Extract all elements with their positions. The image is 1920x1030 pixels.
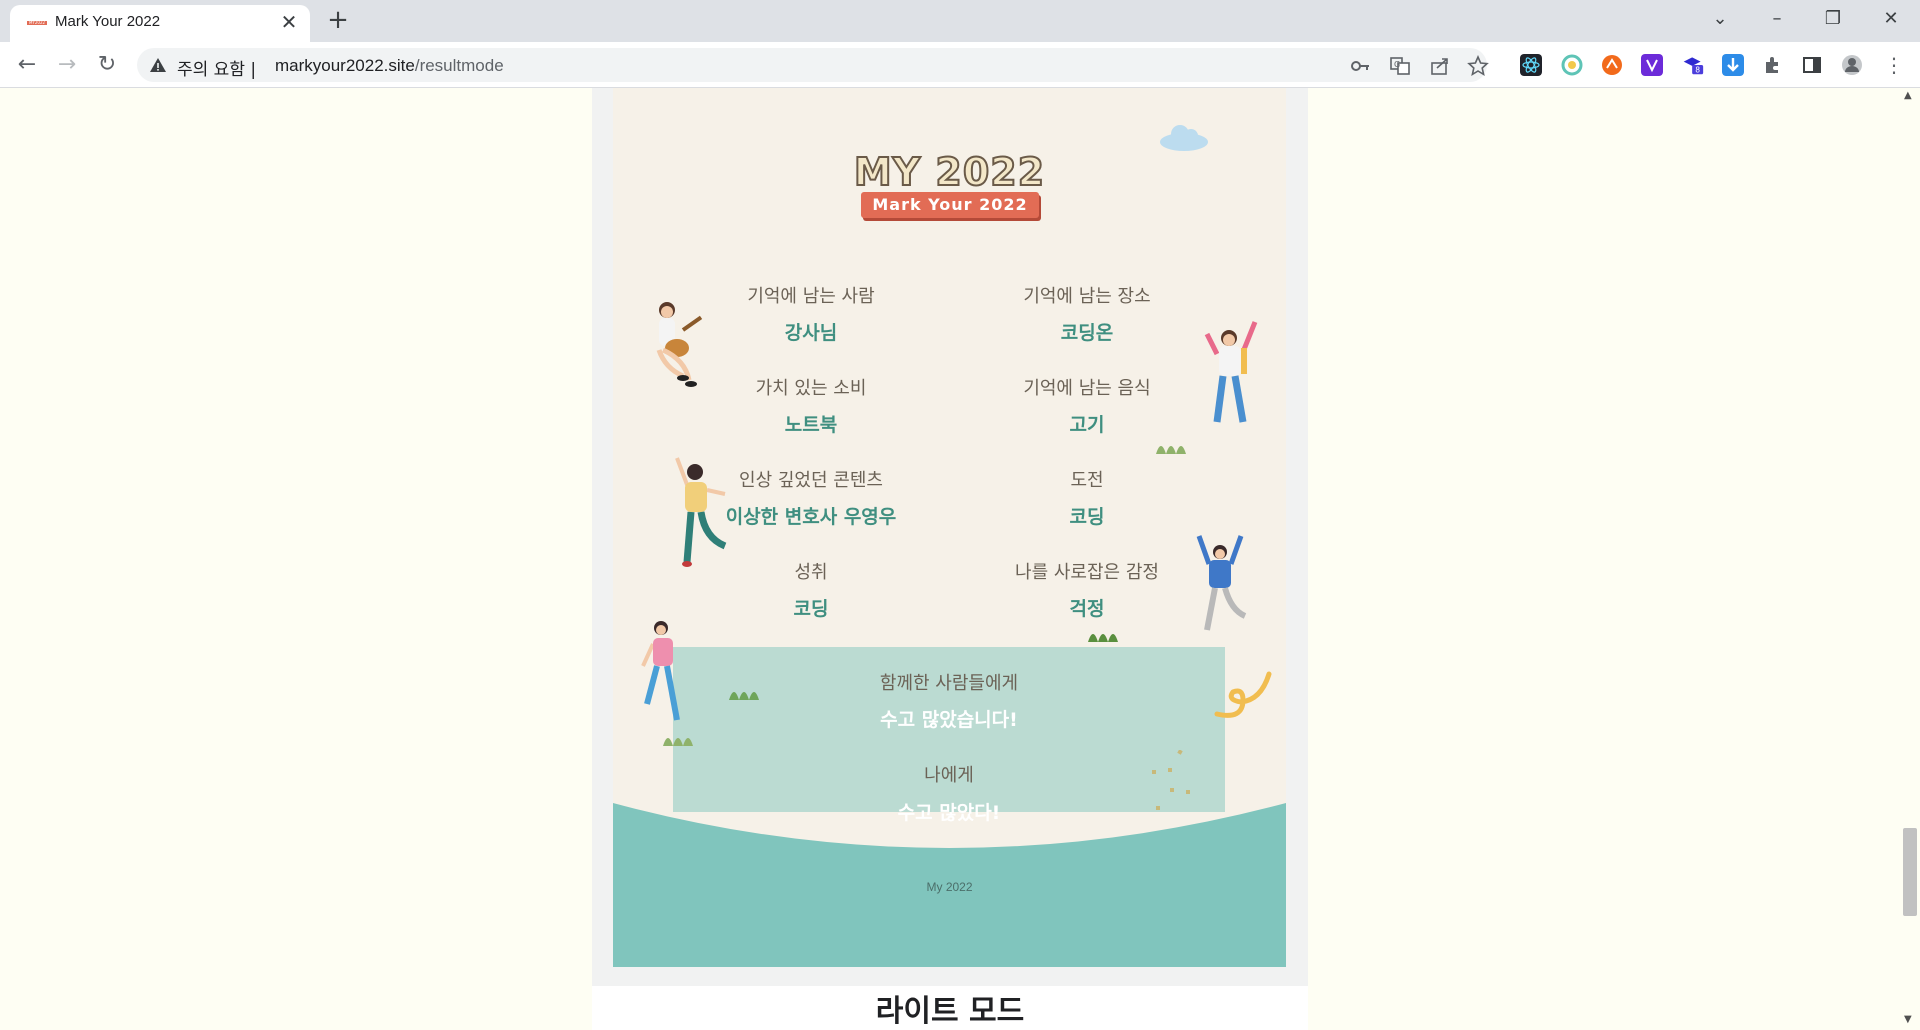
tab-close-icon[interactable]: ✕: [278, 11, 300, 33]
question-2: 가치 있는 소비: [755, 378, 867, 399]
answer-7: 걱정: [1069, 598, 1105, 620]
question-1: 기억에 남는 장소: [1023, 286, 1151, 307]
separator: |: [250, 60, 257, 80]
cheering-woman-illustration: [1204, 321, 1258, 423]
minimize-icon[interactable]: –: [1762, 6, 1792, 32]
address-bar[interactable]: 주의 요함 | markyour2022.site/resultmode G: [137, 48, 1489, 82]
cloud-icon: [1160, 125, 1208, 151]
answer-1: 코딩온: [1060, 322, 1114, 344]
grass-icon: [1088, 634, 1118, 642]
answer-2: 노트북: [784, 414, 838, 436]
guitar-player-illustration: [656, 302, 703, 387]
confetti-icon: [1152, 750, 1190, 810]
running-girl-illustration: [641, 621, 680, 721]
key-icon[interactable]: [1349, 55, 1371, 77]
thanks-answer-1: 수고 많았다!: [897, 802, 1001, 824]
graduation-cap-icon[interactable]: 8: [1682, 54, 1704, 76]
question-3: 기억에 남는 음식: [1023, 378, 1151, 399]
reload-icon[interactable]: ↻: [93, 51, 121, 79]
translate-icon[interactable]: G: [1389, 55, 1411, 77]
answer-0: 강사님: [784, 322, 838, 344]
browser-toolbar: ← → ↻ 주의 요함 | markyour2022.site/resultmo…: [0, 42, 1920, 88]
browser-menu-icon[interactable]: ⋮: [1880, 51, 1908, 79]
close-window-icon[interactable]: ✕: [1876, 6, 1906, 32]
tab-strip: MY2022 Mark Your 2022 ✕ + ⌄ – ❐ ✕: [0, 0, 1920, 42]
react-devtools-icon[interactable]: [1520, 54, 1542, 76]
thanks-question-1: 나에게: [924, 765, 974, 786]
share-icon[interactable]: [1429, 55, 1451, 77]
grass-icon: [663, 738, 693, 746]
ribbon-banner: Mark Your 2022: [861, 192, 1039, 218]
scrollbar-thumb[interactable]: [1903, 828, 1917, 916]
card-footer: My 2022: [926, 880, 973, 894]
result-card: MY 2022 Mark Your 2022 기억에 남는 사람 강사님 기억에…: [613, 88, 1286, 967]
svg-text:G: G: [1394, 60, 1400, 69]
question-0: 기억에 남는 사람: [747, 286, 875, 307]
answer-3: 고기: [1069, 414, 1105, 436]
grass-icon: [1156, 446, 1186, 454]
scroll-down-icon[interactable]: ▼: [1904, 1014, 1912, 1025]
warning-icon[interactable]: [149, 56, 167, 74]
answer-6: 코딩: [793, 598, 829, 620]
ribbon-swirl-icon: [1214, 671, 1272, 718]
url-path: /resultmode: [414, 56, 504, 75]
restore-icon[interactable]: ❐: [1818, 6, 1848, 32]
site-favicon-icon: MY2022: [27, 20, 47, 25]
grass-icon: [729, 692, 759, 700]
thanks-answer-0: 수고 많았습니다!: [880, 709, 1018, 731]
big-title: MY 2022: [853, 149, 1046, 195]
extensions-puzzle-icon[interactable]: [1762, 54, 1784, 76]
extension-orange-icon[interactable]: [1601, 54, 1623, 76]
light-mode-heading: 라이트 모드: [875, 994, 1025, 1029]
question-5: 도전: [1070, 470, 1104, 491]
browser-tab[interactable]: MY2022 Mark Your 2022 ✕: [10, 5, 310, 42]
back-icon[interactable]: ←: [13, 51, 41, 79]
url-host: markyour2022.site: [275, 56, 415, 75]
vue-ext-icon[interactable]: [1641, 54, 1663, 76]
tab-search-icon[interactable]: ⌄: [1705, 6, 1735, 32]
ribbon-text: Mark Your 2022: [872, 195, 1028, 214]
profile-avatar-icon[interactable]: [1841, 54, 1863, 76]
scroll-up-icon[interactable]: ▲: [1904, 90, 1912, 101]
colorzilla-icon[interactable]: [1561, 54, 1583, 76]
question-7: 나를 사로잡은 감정: [1015, 562, 1159, 583]
tab-title: Mark Your 2022: [55, 13, 161, 30]
side-panel-icon[interactable]: [1801, 54, 1823, 76]
forward-icon[interactable]: →: [53, 51, 81, 79]
card-title: MY 2022: [613, 149, 1286, 195]
extension-badge: 8: [1695, 66, 1700, 75]
security-warning-text: 주의 요함: [177, 60, 245, 80]
url-text[interactable]: markyour2022.site/resultmode: [275, 56, 504, 76]
new-tab-button[interactable]: +: [325, 7, 351, 34]
download-ext-icon[interactable]: [1722, 54, 1744, 76]
svg-text:MY2022: MY2022: [29, 20, 46, 25]
bookmark-star-icon[interactable]: [1467, 55, 1489, 77]
jumping-man-illustration: [1196, 535, 1247, 631]
dancing-woman-illustration: [675, 457, 727, 567]
answer-5: 코딩: [1069, 506, 1105, 528]
security-warning-label[interactable]: 주의 요함 |: [177, 55, 256, 80]
